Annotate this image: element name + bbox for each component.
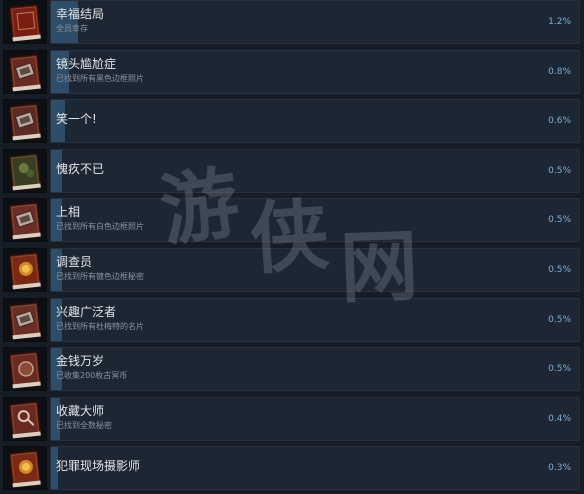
- achievement-row[interactable]: 调查员已找到所有镀色边框秘密 0.5%: [0, 248, 584, 296]
- photo-book-icon: [3, 198, 47, 242]
- achievement-row[interactable]: 兴趣广泛者已找到所有杜梅特的名片 0.5%: [0, 298, 584, 346]
- achievement-title: 笑一个!: [56, 112, 97, 126]
- red-book-icon: [3, 0, 47, 44]
- achievement-description: 已找到所有杜梅特的名片: [56, 322, 144, 331]
- achievement-panel: 上相已找到所有白色边框照片 0.5%: [50, 198, 580, 242]
- achievement-percentage: 1.2%: [548, 17, 571, 27]
- achievement-row[interactable]: 镜头尴尬症已找到所有黑色边框照片 0.8%: [0, 50, 584, 98]
- achievement-panel: 犯罪现场摄影师 0.3%: [50, 446, 580, 490]
- achievement-title: 调查员: [56, 255, 93, 269]
- achievement-row[interactable]: 愧疚不已 0.5%: [0, 149, 584, 197]
- achievement-title: 幸福结局: [56, 7, 105, 21]
- achievement-title: 愧疚不已: [56, 162, 105, 176]
- achievement-panel: 兴趣广泛者已找到所有杜梅特的名片 0.5%: [50, 298, 580, 342]
- achievement-percentage: 0.5%: [548, 215, 571, 225]
- achievement-description: 已找到全数秘密: [56, 421, 112, 430]
- achievement-row[interactable]: 金钱万岁已收集200枚古冥币 0.5%: [0, 347, 584, 395]
- achievement-title: 犯罪现场摄影师: [56, 459, 141, 473]
- achievement-panel: 笑一个! 0.6%: [50, 99, 580, 143]
- achievement-row[interactable]: 笑一个! 0.6%: [0, 99, 584, 147]
- card-book-icon: [3, 298, 47, 342]
- achievement-panel: 收藏大师已找到全数秘密 0.4%: [50, 397, 580, 441]
- achievement-title: 上相: [56, 205, 81, 219]
- green-book-icon: [3, 149, 47, 193]
- magnifier-book-icon: [3, 397, 47, 441]
- achievement-description: 已找到所有黑色边框照片: [56, 74, 144, 83]
- achievement-panel: 金钱万岁已收集200枚古冥币 0.5%: [50, 347, 580, 391]
- photo-book-icon: [3, 99, 47, 143]
- achievement-percentage: 0.5%: [548, 315, 571, 325]
- coin-book-icon: [3, 347, 47, 391]
- achievement-title: 金钱万岁: [56, 354, 105, 368]
- achievement-percentage: 0.5%: [548, 166, 571, 176]
- achievement-percentage: 0.3%: [548, 463, 571, 473]
- achievement-description: 已找到所有镀色边框秘密: [56, 272, 144, 281]
- achievement-description: 已找到所有白色边框照片: [56, 222, 144, 231]
- gold-book-icon: [3, 248, 47, 292]
- achievement-row[interactable]: 犯罪现场摄影师 0.3%: [0, 446, 584, 494]
- achievement-title: 收藏大师: [56, 404, 105, 418]
- achievement-percentage: 0.5%: [548, 364, 571, 374]
- gold-book-icon: [3, 446, 47, 490]
- achievement-percentage: 0.4%: [548, 414, 571, 424]
- achievement-panel: 幸福结局全员幸存 1.2%: [50, 0, 580, 44]
- achievement-percentage: 0.6%: [548, 116, 571, 126]
- achievement-title: 镜头尴尬症: [56, 57, 117, 71]
- achievement-description: 全员幸存: [56, 24, 88, 33]
- achievement-title: 兴趣广泛者: [56, 305, 117, 319]
- achievement-row[interactable]: 幸福结局全员幸存 1.2%: [0, 0, 584, 48]
- achievement-panel: 调查员已找到所有镀色边框秘密 0.5%: [50, 248, 580, 292]
- achievement-panel: 愧疚不已 0.5%: [50, 149, 580, 193]
- photo-book-icon: [3, 50, 47, 94]
- achievement-description: 已收集200枚古冥币: [56, 371, 128, 380]
- achievement-row[interactable]: 收藏大师已找到全数秘密 0.4%: [0, 397, 584, 445]
- achievement-percentage: 0.5%: [548, 265, 571, 275]
- achievement-row[interactable]: 上相已找到所有白色边框照片 0.5%: [0, 198, 584, 246]
- achievement-percentage: 0.8%: [548, 67, 571, 77]
- achievement-panel: 镜头尴尬症已找到所有黑色边框照片 0.8%: [50, 50, 580, 94]
